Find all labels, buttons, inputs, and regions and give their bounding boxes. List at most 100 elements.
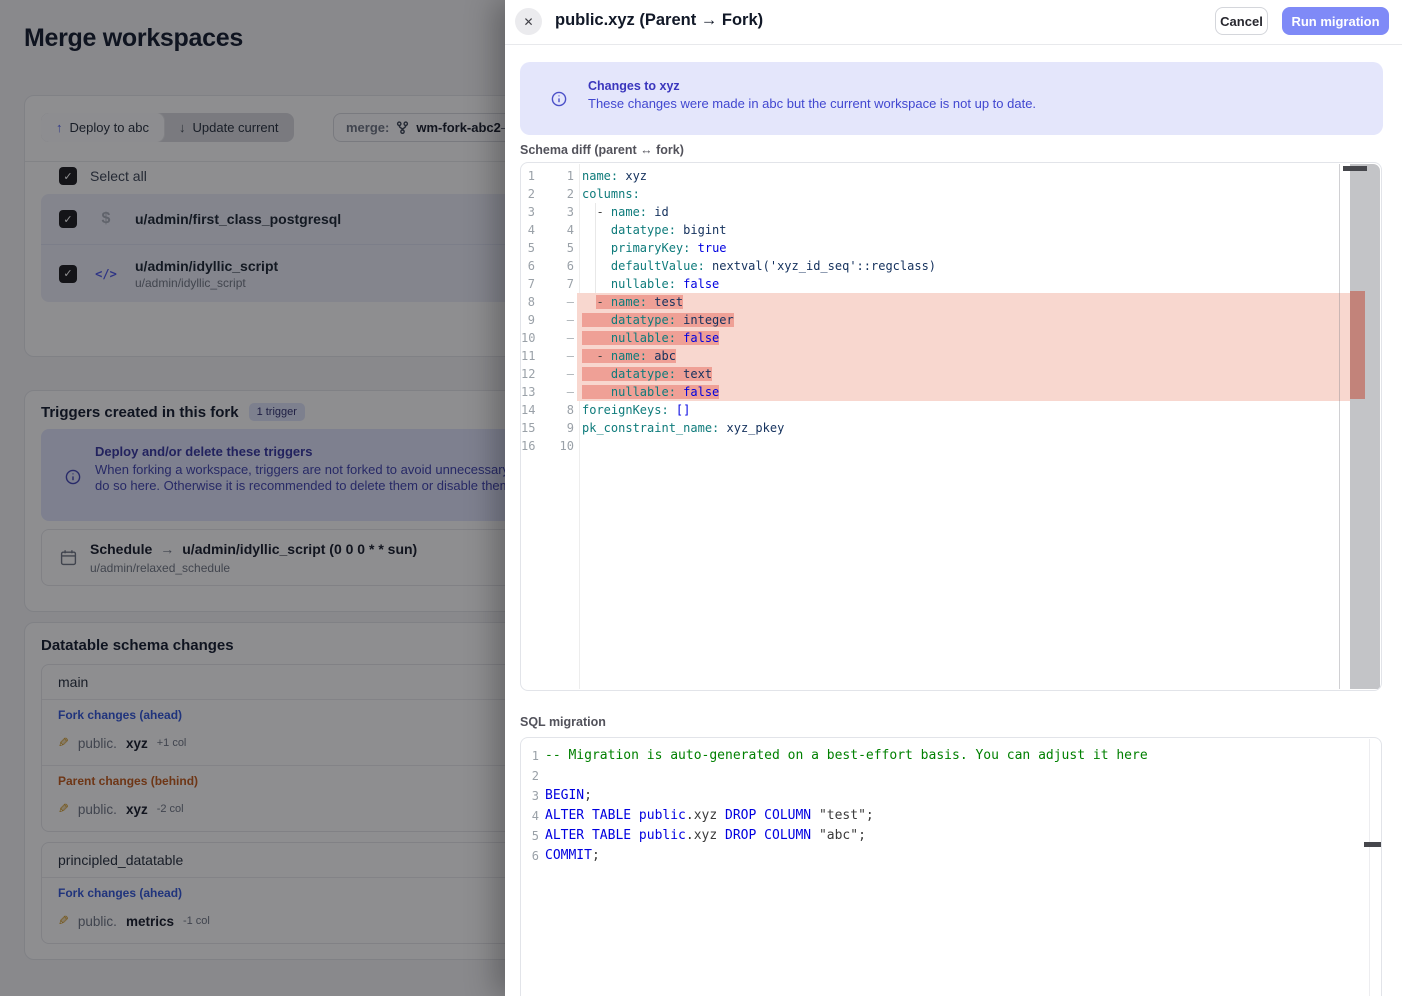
minimap-edge xyxy=(1369,739,1370,996)
original-line-number: 5 xyxy=(521,239,547,257)
modified-line-number: 2 xyxy=(547,185,577,203)
diff-line-content: pk_constraint_name: xyz_pkey xyxy=(577,419,1353,437)
sql-line-number: 1 xyxy=(521,746,543,766)
sql-line-content: -- Migration is auto-generated on a best… xyxy=(543,746,1148,766)
diff-line-content xyxy=(577,437,1353,455)
diff-line-content: datatype: text xyxy=(577,365,1353,383)
sql-line-content xyxy=(543,766,545,786)
migration-drawer: ✕ public.xyz (Parent → Fork) Cancel Run … xyxy=(505,0,1402,996)
original-line-number: 6 xyxy=(521,257,547,275)
original-line-number: 10 xyxy=(521,329,547,347)
diff-line-content: defaultValue: nextval('xyz_id_seq'::regc… xyxy=(577,257,1353,275)
original-line-number: 2 xyxy=(521,185,547,203)
banner-body: These changes were made in abc but the c… xyxy=(588,96,1036,111)
sql-line-number: 5 xyxy=(521,826,543,846)
sql-line: 1-- Migration is auto-generated on a bes… xyxy=(521,746,1381,766)
minimap-edge xyxy=(1339,164,1340,689)
modified-line-number: – xyxy=(547,311,577,329)
diff-line: 148foreignKeys: [] xyxy=(521,401,1381,419)
indent-guide xyxy=(595,203,596,293)
screen: Merge workspaces ↑ Deploy to abc ↓ Updat… xyxy=(0,0,1402,996)
diff-overview-scrollbar[interactable] xyxy=(1350,164,1380,689)
original-line-number: 12 xyxy=(521,365,547,383)
sql-code-lines: 1-- Migration is auto-generated on a bes… xyxy=(521,746,1381,866)
original-line-number: 4 xyxy=(521,221,547,239)
modified-line-number: 5 xyxy=(547,239,577,257)
sql-line-number: 6 xyxy=(521,846,543,866)
removed-char-highlight: nullable: false xyxy=(582,385,719,399)
diff-line: 12– datatype: text xyxy=(521,365,1381,383)
diff-line-content: foreignKeys: [] xyxy=(577,401,1353,419)
diff-line: 11name: xyz xyxy=(521,167,1381,185)
sql-line: 3BEGIN; xyxy=(521,786,1381,806)
diff-line: 1610 xyxy=(521,437,1381,455)
modified-line-number: – xyxy=(547,329,577,347)
original-line-number: 9 xyxy=(521,311,547,329)
diff-code-lines: 11name: xyz22columns:33 - name: id44 dat… xyxy=(521,167,1381,455)
banner-title: Changes to xyz xyxy=(588,79,680,93)
modified-line-number: 8 xyxy=(547,401,577,419)
diff-line-content: primaryKey: true xyxy=(577,239,1353,257)
close-button[interactable]: ✕ xyxy=(515,8,542,35)
diff-line: 10– nullable: false xyxy=(521,329,1381,347)
diff-line: 44 datatype: bigint xyxy=(521,221,1381,239)
sql-line: 5ALTER TABLE public.xyz DROP COLUMN "abc… xyxy=(521,826,1381,846)
original-line-number: 8 xyxy=(521,293,547,311)
cancel-button[interactable]: Cancel xyxy=(1215,7,1268,35)
diff-line-content: - name: test xyxy=(577,293,1353,311)
diff-line-content: nullable: false xyxy=(577,329,1353,347)
modified-line-number: 1 xyxy=(547,167,577,185)
diff-line: 13– nullable: false xyxy=(521,383,1381,401)
sql-line-content: COMMIT; xyxy=(543,846,600,866)
modified-line-number: 10 xyxy=(547,437,577,455)
modified-line-number: 9 xyxy=(547,419,577,437)
diff-line: 22columns: xyxy=(521,185,1381,203)
minimap-slider[interactable] xyxy=(1364,842,1381,847)
diff-line-content: name: xyz xyxy=(577,167,1353,185)
schema-diff-label: Schema diff (parent ↔ fork) xyxy=(520,143,684,157)
sql-line-content: ALTER TABLE public.xyz DROP COLUMN "abc"… xyxy=(543,826,866,846)
diff-line-content: datatype: integer xyxy=(577,311,1353,329)
modified-line-number: – xyxy=(547,293,577,311)
drawer-header: ✕ public.xyz (Parent → Fork) Cancel Run … xyxy=(505,0,1402,45)
schema-diff-editor[interactable]: 11name: xyz22columns:33 - name: id44 dat… xyxy=(520,162,1382,691)
sql-migration-label: SQL migration xyxy=(520,715,606,729)
run-migration-button[interactable]: Run migration xyxy=(1282,7,1389,35)
diff-line: 77 nullable: false xyxy=(521,275,1381,293)
modified-line-number: 6 xyxy=(547,257,577,275)
diff-line-content: datatype: bigint xyxy=(577,221,1353,239)
diff-line: 159pk_constraint_name: xyz_pkey xyxy=(521,419,1381,437)
sql-line-number: 4 xyxy=(521,806,543,826)
diff-line-content: columns: xyxy=(577,185,1353,203)
modified-line-number: – xyxy=(547,347,577,365)
info-icon xyxy=(551,91,567,107)
minimap-slider[interactable] xyxy=(1343,166,1367,171)
sql-line-content: ALTER TABLE public.xyz DROP COLUMN "test… xyxy=(543,806,874,826)
original-line-number: 13 xyxy=(521,383,547,401)
modified-line-number: – xyxy=(547,383,577,401)
original-line-number: 14 xyxy=(521,401,547,419)
diff-line: 55 primaryKey: true xyxy=(521,239,1381,257)
modified-line-number: – xyxy=(547,365,577,383)
sql-line: 2 xyxy=(521,766,1381,786)
removed-char-highlight: - name: test xyxy=(596,295,683,309)
removed-char-highlight: nullable: false xyxy=(582,331,719,345)
original-line-number: 3 xyxy=(521,203,547,221)
removed-region-marker xyxy=(1350,291,1365,399)
sql-line-number: 3 xyxy=(521,786,543,806)
modified-line-number: 7 xyxy=(547,275,577,293)
diff-line-content: nullable: false xyxy=(577,383,1353,401)
diff-line: 11– - name: abc xyxy=(521,347,1381,365)
diff-line-content: nullable: false xyxy=(577,275,1353,293)
original-line-number: 11 xyxy=(521,347,547,365)
sql-line: 4ALTER TABLE public.xyz DROP COLUMN "tes… xyxy=(521,806,1381,826)
sql-migration-editor[interactable]: 1-- Migration is auto-generated on a bes… xyxy=(520,737,1382,996)
diff-line: 66 defaultValue: nextval('xyz_id_seq'::r… xyxy=(521,257,1381,275)
original-line-number: 15 xyxy=(521,419,547,437)
diff-line-content: - name: abc xyxy=(577,347,1353,365)
diff-line: 33 - name: id xyxy=(521,203,1381,221)
original-line-number: 1 xyxy=(521,167,547,185)
modified-line-number: 3 xyxy=(547,203,577,221)
drawer-title: public.xyz (Parent → Fork) xyxy=(555,11,763,30)
sql-line-number: 2 xyxy=(521,766,543,786)
